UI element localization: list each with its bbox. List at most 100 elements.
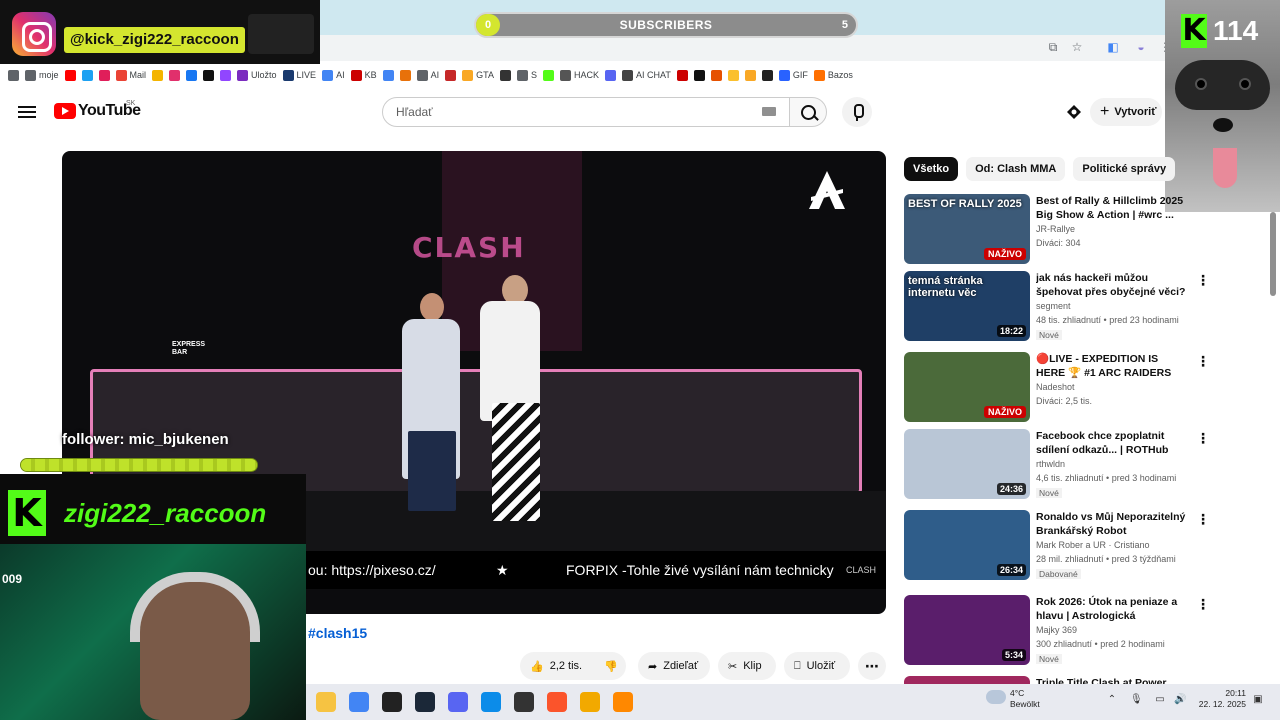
scrollbar[interactable] xyxy=(1270,212,1276,296)
video-title[interactable]: Rok 2026: Útok na peniaze a hlavu | Astr… xyxy=(1036,595,1188,623)
voice-search-icon[interactable] xyxy=(842,97,872,127)
channel-name[interactable]: Nadeshot xyxy=(1036,382,1075,392)
clock[interactable]: 20:11 22. 12. 2025 xyxy=(1194,688,1246,710)
recommendation-item[interactable]: NAŽIVO 🔴LIVE - EXPEDITION IS HERE 🏆 #1 AR… xyxy=(904,352,1210,424)
channel-name[interactable]: Mark Rober a UR · Cristiano xyxy=(1036,540,1150,550)
weather-icon[interactable] xyxy=(986,690,1006,704)
video-thumbnail[interactable]: temná stránka internetu věc 18:22 xyxy=(904,271,1030,341)
bookmark-item[interactable] xyxy=(727,69,739,81)
video-title[interactable]: Facebook chce zpoplatnit sdílení odkazů.… xyxy=(1036,429,1188,457)
channel-name[interactable]: JR-Rallye xyxy=(1036,224,1075,234)
steam-icon[interactable] xyxy=(415,692,435,712)
chevron-up-icon[interactable]: ⌃ xyxy=(1106,694,1118,706)
search-input[interactable] xyxy=(394,100,734,124)
bookmark-item[interactable]: GIF xyxy=(778,69,808,81)
bookmark-item[interactable] xyxy=(152,69,164,81)
bookmark-item[interactable] xyxy=(604,69,616,81)
video-title[interactable]: Best of Rally & Hillclimb 2025 Big Show … xyxy=(1036,194,1188,222)
recommendation-item[interactable]: Triple Title Clash at Power Slap... xyxy=(904,676,1204,684)
volume-icon[interactable]: 🔊 xyxy=(1174,694,1186,706)
more-options-icon[interactable]: ⋮ xyxy=(1196,597,1210,611)
microphone-icon[interactable]: 🎙 xyxy=(1130,694,1143,706)
bookmark-item[interactable]: KB xyxy=(350,69,377,81)
bookmark-item[interactable] xyxy=(710,69,722,81)
video-thumbnail[interactable]: BEST OF RALLY 2025 NAŽIVO xyxy=(904,194,1030,264)
bookmark-item[interactable]: AI CHAT xyxy=(621,69,671,81)
app-icon[interactable] xyxy=(580,692,600,712)
weather-widget[interactable]: 4°C Bewölkt xyxy=(1010,688,1040,710)
video-title[interactable]: Ronaldo vs Můj Neporazitelný Brankářský … xyxy=(1036,510,1188,538)
bookmark-item[interactable] xyxy=(64,69,76,81)
extension-icon[interactable]: ◒ xyxy=(1134,40,1148,54)
video-hashtag[interactable]: #clash15 xyxy=(308,625,367,641)
video-title[interactable]: 🔴LIVE - EXPEDITION IS HERE 🏆 #1 ARC RAID… xyxy=(1036,352,1188,380)
bookmark-item[interactable] xyxy=(81,69,93,81)
more-options-icon[interactable]: ⋮ xyxy=(1196,512,1210,526)
bookmark-item[interactable] xyxy=(382,69,394,81)
more-options-icon[interactable]: ⋮ xyxy=(1196,354,1210,368)
address-bar[interactable] xyxy=(320,35,1165,61)
bookmark-item[interactable] xyxy=(169,69,181,81)
edge-icon[interactable] xyxy=(481,692,501,712)
hamburger-menu-icon[interactable] xyxy=(18,103,36,119)
app-icon[interactable] xyxy=(514,692,534,712)
bookmark-item[interactable] xyxy=(186,69,198,81)
bookmark-item[interactable] xyxy=(744,69,756,81)
bookmark-item[interactable]: GTA xyxy=(462,69,494,81)
translate-extension-icon[interactable]: ◧ xyxy=(1106,40,1120,54)
cast-icon[interactable] xyxy=(1066,104,1082,120)
more-options-icon[interactable]: ⋮ xyxy=(1196,273,1210,287)
bookmark-item[interactable]: Bazos xyxy=(813,69,853,81)
bookmark-item[interactable] xyxy=(445,69,457,81)
bookmark-item[interactable]: AI xyxy=(416,69,439,81)
video-thumbnail[interactable]: 5:34 xyxy=(904,595,1030,665)
bookmark-item[interactable] xyxy=(693,69,705,81)
bookmark-star-icon[interactable]: ☆ xyxy=(1070,40,1084,54)
brave-icon[interactable] xyxy=(547,692,567,712)
like-button[interactable]: 👍 2,2 tis. xyxy=(520,652,602,680)
bookmark-item[interactable]: LIVE xyxy=(282,69,316,81)
discord-icon[interactable] xyxy=(448,692,468,712)
bookmark-item[interactable] xyxy=(203,69,215,81)
install-app-icon[interactable]: ⧉ xyxy=(1046,40,1060,54)
recommendation-item[interactable]: BEST OF RALLY 2025 NAŽIVO Best of Rally & … xyxy=(904,194,1204,266)
video-thumbnail[interactable] xyxy=(904,676,1030,684)
more-actions-icon[interactable]: ⋯ xyxy=(858,652,886,680)
bookmark-item[interactable]: Mail xyxy=(115,69,146,81)
epic-games-icon[interactable] xyxy=(382,692,402,712)
channel-name[interactable]: rthwldn xyxy=(1036,459,1065,469)
recommendation-item[interactable]: 26:34 Ronaldo vs Můj Neporazitelný Branká… xyxy=(904,510,1210,582)
notification-icon[interactable]: ▣ xyxy=(1252,694,1264,706)
file-explorer-icon[interactable] xyxy=(316,692,336,712)
recommendation-item[interactable]: 24:36 Facebook chce zpoplatnit sdílení od… xyxy=(904,429,1210,501)
chrome-icon[interactable] xyxy=(349,692,369,712)
bookmark-item[interactable]: moje xyxy=(25,69,59,81)
bookmark-item[interactable] xyxy=(8,69,19,81)
recommendation-item[interactable]: 5:34 Rok 2026: Útok na peniaze a hlavu | … xyxy=(904,595,1210,667)
recommendation-item[interactable]: temná stránka internetu věc 18:22 jak nás … xyxy=(904,271,1210,343)
bookmark-item[interactable] xyxy=(542,69,554,81)
bookmark-item[interactable]: HACK xyxy=(559,69,599,81)
bookmark-item[interactable] xyxy=(676,69,688,81)
clip-button[interactable]: ✂ Klip xyxy=(718,652,776,680)
bookmark-item[interactable] xyxy=(220,69,232,81)
chip-from-channel[interactable]: Od: Clash MMA xyxy=(966,157,1066,181)
dislike-button[interactable]: 👎 xyxy=(594,652,626,680)
network-icon[interactable]: ▭ xyxy=(1154,694,1166,706)
bookmark-item[interactable] xyxy=(399,69,411,81)
video-title[interactable]: jak nás hackeři můžou špehovat přes obyč… xyxy=(1036,271,1188,299)
video-thumbnail[interactable]: NAŽIVO xyxy=(904,352,1030,422)
search-button[interactable] xyxy=(789,97,827,127)
chip-political-news[interactable]: Politické správy xyxy=(1073,157,1176,181)
keyboard-icon[interactable] xyxy=(762,107,776,116)
create-button[interactable]: + Vytvoriť xyxy=(1090,98,1162,126)
channel-name[interactable]: Majky 369 xyxy=(1036,625,1077,635)
more-options-icon[interactable]: ⋮ xyxy=(1196,431,1210,445)
video-thumbnail[interactable]: 24:36 xyxy=(904,429,1030,499)
bookmark-item[interactable]: S xyxy=(516,69,537,81)
channel-name[interactable]: segment xyxy=(1036,301,1071,311)
bookmark-item[interactable]: Uložto xyxy=(237,69,277,81)
bookmark-item[interactable] xyxy=(499,69,511,81)
bookmark-item[interactable] xyxy=(761,69,773,81)
video-thumbnail[interactable]: 26:34 xyxy=(904,510,1030,580)
